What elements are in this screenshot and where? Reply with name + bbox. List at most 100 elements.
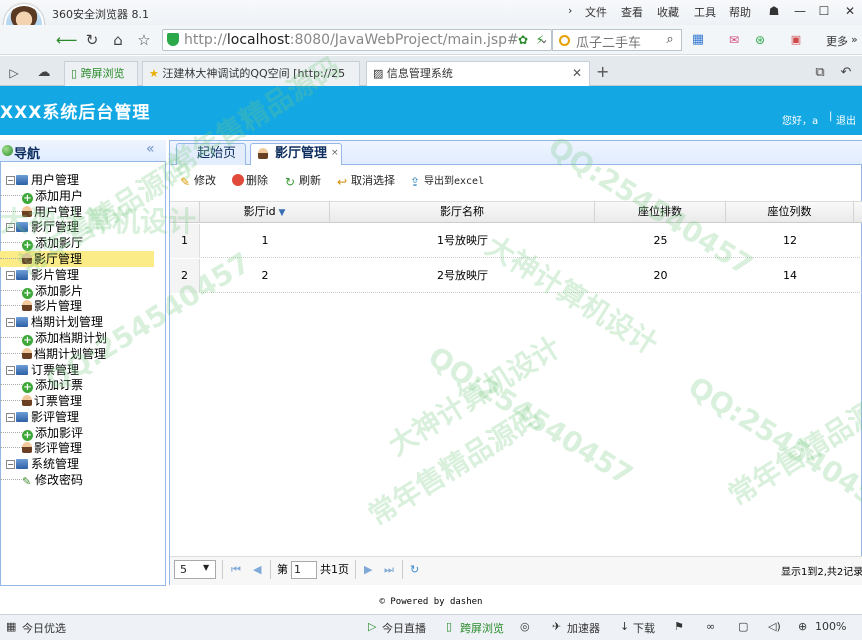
tree-collapse-icon[interactable]: −: [6, 223, 15, 232]
nav-item[interactable]: 档期计划管理: [0, 346, 154, 362]
window-icon[interactable]: ▢: [738, 620, 748, 633]
refresh-button[interactable]: ↻ 刷新: [285, 174, 321, 189]
close-window-icon[interactable]: ✕: [838, 2, 862, 20]
col-hall-id[interactable]: 影厅id ▼: [200, 201, 330, 223]
nav-item[interactable]: 影片管理: [0, 298, 154, 314]
tree-collapse-icon[interactable]: −: [6, 413, 15, 422]
search-engine-icon[interactable]: [559, 35, 570, 46]
tree-collapse-icon[interactable]: −: [6, 460, 15, 469]
nav-folder[interactable]: − 档期计划管理: [0, 314, 164, 330]
tab-close-icon[interactable]: ×: [331, 148, 339, 158]
page-number-input[interactable]: 1: [291, 561, 317, 579]
pager-refresh-icon[interactable]: ↻: [410, 561, 419, 578]
minimize-icon[interactable]: —: [788, 2, 812, 20]
download-icon[interactable]: ↓: [620, 620, 629, 633]
menu-favorites[interactable]: 收藏: [657, 4, 679, 20]
browser-tab-qzone[interactable]: ★ 汪建林大神调试的QQ空间 [http://25: [142, 61, 360, 86]
nav-item[interactable]: + 添加用户: [0, 188, 154, 204]
nav-item[interactable]: 影评管理: [0, 440, 154, 456]
favorite-star-icon[interactable]: ☆: [134, 30, 154, 50]
status-accelerator[interactable]: 加速器: [567, 620, 600, 636]
apps-icon[interactable]: ▦: [688, 30, 708, 50]
last-page-icon[interactable]: ⏭: [384, 561, 394, 578]
menu-view[interactable]: 查看: [621, 4, 643, 20]
new-tab-icon[interactable]: +: [596, 62, 609, 81]
flag-icon[interactable]: ⚑: [674, 620, 684, 633]
link-icon[interactable]: ∞: [706, 620, 715, 633]
home-icon[interactable]: ⌂: [108, 30, 128, 50]
browser-tab-active[interactable]: ▨ 信息管理系统: [366, 61, 590, 86]
undo-close-icon[interactable]: ↶: [836, 63, 856, 83]
mail-icon[interactable]: ✉: [724, 30, 744, 50]
browser-tab-crossscreen[interactable]: ▯ 跨屏浏览: [64, 61, 138, 86]
first-page-icon[interactable]: ⏮: [231, 561, 241, 578]
more-button[interactable]: 更多: [826, 33, 848, 49]
status-live[interactable]: 今日直播: [382, 620, 426, 636]
back-icon[interactable]: ⟵: [56, 30, 78, 50]
col-hall-name[interactable]: 影厅名称: [330, 201, 595, 223]
maximize-icon[interactable]: ☐: [812, 2, 836, 20]
prev-page-icon[interactable]: ◀: [253, 561, 261, 578]
nav-item[interactable]: 影厅管理: [0, 251, 154, 267]
col-seat-cols[interactable]: 座位列数: [726, 201, 854, 223]
tree-collapse-icon[interactable]: −: [6, 176, 15, 185]
search-icon[interactable]: ⌕: [660, 30, 680, 50]
sidebar-toggle-icon[interactable]: ▷: [4, 63, 24, 83]
adblock-icon[interactable]: ▣: [786, 30, 806, 50]
tab-home[interactable]: 起始页: [176, 143, 246, 165]
skin-icon[interactable]: ☗: [762, 2, 786, 20]
rocket-icon[interactable]: ✈: [552, 620, 561, 633]
chevron-down-icon[interactable]: ⌄: [534, 30, 554, 50]
record-icon[interactable]: ◎: [520, 620, 530, 633]
edit-button[interactable]: ✎ 修改: [180, 174, 216, 189]
next-page-icon[interactable]: ▶: [364, 561, 372, 578]
tree-collapse-icon[interactable]: −: [6, 318, 15, 327]
status-crossscreen[interactable]: 跨屏浏览: [460, 620, 504, 636]
tree-collapse-icon[interactable]: −: [6, 271, 15, 280]
restore-tabs-icon[interactable]: ⧉: [810, 63, 830, 83]
nav-folder[interactable]: − 系统管理: [0, 456, 164, 472]
search-text[interactable]: 瓜子二手车: [576, 32, 641, 51]
nav-item[interactable]: + 添加影厅: [0, 235, 154, 251]
nav-item[interactable]: + 添加影评: [0, 425, 154, 441]
nav-folder[interactable]: − 影评管理: [0, 409, 164, 425]
zoom-icon[interactable]: ⊕: [798, 620, 807, 633]
nav-folder[interactable]: − 影厅管理: [0, 219, 164, 235]
volume-icon[interactable]: ◁): [768, 620, 781, 633]
zoom-level[interactable]: 100%: [815, 620, 846, 633]
chevron-down-icon[interactable]: ▼: [203, 563, 209, 572]
nav-item[interactable]: 订票管理: [0, 393, 154, 409]
nav-item[interactable]: + 添加影片: [0, 283, 154, 299]
close-tab-icon[interactable]: ✕: [572, 66, 582, 80]
nav-item[interactable]: 用户管理: [0, 204, 154, 220]
clear-selection-button[interactable]: ↩ 取消选择: [337, 174, 395, 189]
cloud-icon[interactable]: ☁: [34, 63, 54, 83]
table-row[interactable]: 1 1 1号放映厅 25 12: [170, 224, 862, 258]
nav-folder[interactable]: − 订票管理: [0, 362, 164, 378]
table-row[interactable]: 2 2 2号放映厅 20 14: [170, 259, 862, 293]
menu-help[interactable]: 帮助: [729, 4, 751, 20]
menu-tools[interactable]: 工具: [694, 4, 716, 20]
logout-link[interactable]: 退出: [836, 112, 856, 127]
export-excel-button[interactable]: ⇪ 导出到excel: [410, 174, 484, 189]
collapse-icon[interactable]: «: [146, 141, 155, 157]
live-icon[interactable]: ▷: [368, 620, 376, 633]
refresh-icon[interactable]: ↻: [82, 30, 102, 50]
status-daily-picks[interactable]: 今日优选: [22, 620, 66, 636]
menu-file[interactable]: 文件: [585, 4, 607, 20]
url-text[interactable]: http://localhost:8080/JavaWebProject/mai…: [184, 30, 519, 50]
status-download[interactable]: 下载: [633, 620, 655, 636]
col-seat-rows[interactable]: 座位排数: [595, 201, 726, 223]
chevron-right-icon[interactable]: ›: [568, 4, 572, 17]
nav-item[interactable]: ✎ 修改密码: [0, 472, 154, 488]
nav-item[interactable]: + 添加档期计划: [0, 330, 154, 346]
security-icon[interactable]: ⊛: [750, 30, 770, 50]
page-size-select[interactable]: 5: [174, 560, 216, 579]
nav-folder[interactable]: − 用户管理: [0, 172, 164, 188]
nav-folder[interactable]: − 影片管理: [0, 267, 164, 283]
tree-collapse-icon[interactable]: −: [6, 366, 15, 375]
phone-icon[interactable]: ▯: [446, 620, 452, 633]
more-chevron-icon[interactable]: »: [851, 33, 858, 46]
nav-item[interactable]: + 添加订票: [0, 377, 154, 393]
delete-button[interactable]: 删除: [232, 174, 268, 188]
